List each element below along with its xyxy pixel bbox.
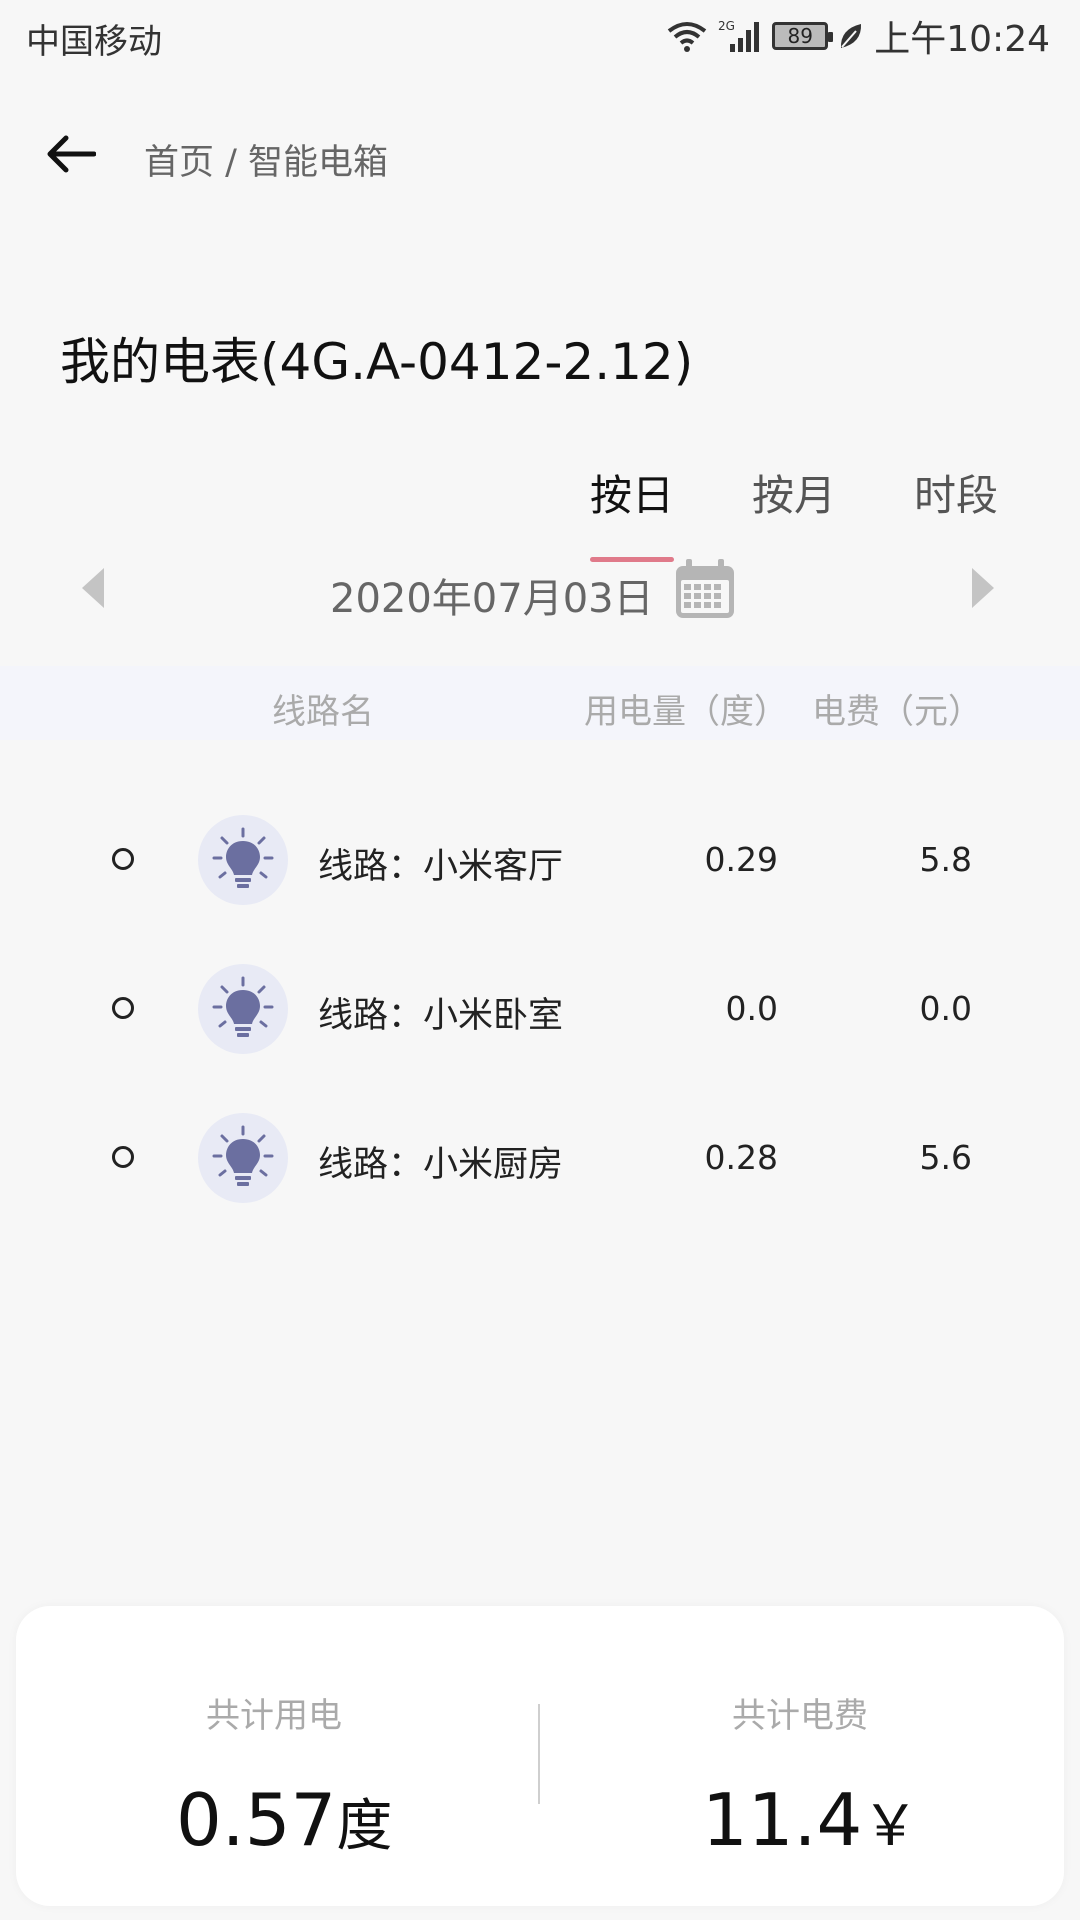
total-usage-label: 共计用电 [206,1696,342,1736]
table-row[interactable]: 线路：小米卧室 0.0 0.0 [0,949,1080,1069]
leaf-icon [838,21,864,51]
total-fee-label: 共计电费 [732,1696,868,1736]
period-tabs: 按日 按月 时段 [590,462,998,562]
total-fee: 11.4￥ [702,1778,918,1862]
tab-by-month[interactable]: 按月 [752,462,836,542]
table-row[interactable]: 线路：小米厨房 0.28 5.6 [0,1098,1080,1218]
total-usage: 0.57度 [176,1778,392,1862]
line-usage: 0.0 [725,989,778,1028]
previous-date-button[interactable] [80,566,110,610]
bulb-icon [198,964,288,1054]
bulb-icon [198,815,288,905]
wifi-icon [666,19,708,53]
status-icons: 2G 89 上午10:24 [666,14,1050,60]
line-name: 线路：小米卧室 [318,996,564,1036]
next-date-button[interactable] [970,566,1000,610]
status-bar: 中国移动 2G 89 上午10:24 [0,0,1080,76]
line-usage: 0.28 [704,1138,778,1177]
summary-card: 共计用电 共计电费 0.57度 11.4￥ [16,1606,1064,1906]
arrow-left-icon [47,135,96,173]
row-radio[interactable] [112,997,134,1019]
row-radio[interactable] [112,1146,134,1168]
caret-left-icon [82,568,104,608]
breadcrumb[interactable]: 首页 / 智能电箱 [144,134,388,185]
tab-time-period[interactable]: 时段 [914,462,998,542]
line-fee: 5.8 [919,840,972,879]
calendar-button[interactable] [672,556,738,622]
column-header-fee: 电费（元） [812,692,982,732]
caret-right-icon [972,568,994,608]
total-fee-unit: ￥ [862,1794,919,1859]
line-fee: 0.0 [919,989,972,1028]
total-usage-value: 0.57 [176,1778,337,1862]
clock: 上午10:24 [874,19,1050,60]
tab-by-day[interactable]: 按日 [590,462,675,562]
calendar-icon [676,559,734,618]
total-usage-unit: 度 [336,1794,393,1859]
row-radio[interactable] [112,848,134,870]
line-usage: 0.29 [704,840,778,879]
line-name: 线路：小米客厅 [318,847,564,887]
selected-date[interactable]: 2020年07月03日 [330,566,654,624]
battery-level: 89 [787,24,813,48]
carrier-label: 中国移动 [26,22,162,62]
line-fee: 5.6 [919,1138,972,1177]
signal-icon: 2G [718,18,762,54]
back-button[interactable] [40,124,100,184]
column-header-usage: 用电量（度） [584,692,788,732]
line-name: 线路：小米厨房 [318,1145,564,1185]
battery-indicator: 89 [772,22,834,50]
column-header-line-name: 线路名 [272,692,374,732]
network-type-label: 2G [718,19,735,33]
total-fee-value: 11.4 [702,1778,863,1862]
table-row[interactable]: 线路：小米客厅 0.29 5.8 [0,800,1080,920]
summary-divider [538,1704,540,1804]
page-title: 我的电表(4G.A-0412-2.12) [60,333,694,391]
bulb-icon [198,1113,288,1203]
